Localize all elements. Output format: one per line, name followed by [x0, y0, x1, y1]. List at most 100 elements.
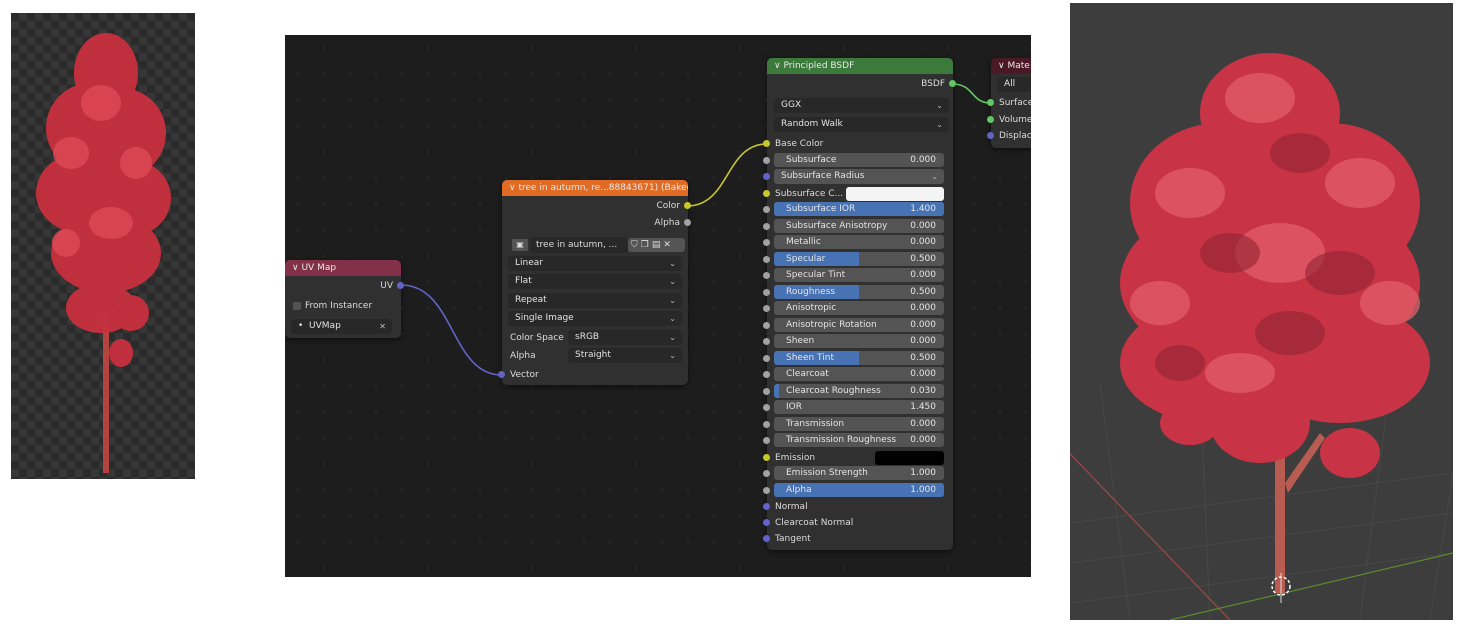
specular-tint-socket[interactable] — [763, 272, 770, 279]
base-color-socket[interactable] — [763, 140, 770, 147]
unlink-x-icon[interactable]: ✕ — [663, 240, 674, 250]
clearcoat-normal-socket[interactable] — [763, 519, 770, 526]
image-browse-icon[interactable]: ▣ — [512, 239, 528, 251]
displacement-socket[interactable] — [987, 132, 994, 139]
sheen-tint-value: 0.500 — [910, 353, 936, 363]
clearcoat-roughness-slider[interactable]: Clearcoat Roughness 0.030 — [774, 384, 944, 398]
clearcoat-slider[interactable]: Clearcoat 0.000 — [774, 367, 944, 381]
sheen-value: 0.000 — [910, 336, 936, 346]
subsurface-ior-slider[interactable]: Subsurface IOR 1.400 — [774, 202, 944, 216]
bsdf-output-socket[interactable] — [949, 80, 956, 87]
sheen-socket[interactable] — [763, 338, 770, 345]
anisotropic-rotation-value: 0.000 — [910, 320, 936, 330]
specular-socket[interactable] — [763, 256, 770, 263]
output-target-dropdown[interactable]: All — [997, 77, 1031, 92]
transmission-roughness-slider[interactable]: Transmission Roughness 0.000 — [774, 433, 944, 447]
pack-icon[interactable]: ▤ — [652, 240, 664, 250]
output-node-header[interactable]: ∨ Mate — [991, 58, 1031, 74]
sheen-label: Sheen — [786, 336, 815, 346]
interpolation-dropdown[interactable]: Linear ⌄ — [508, 256, 682, 271]
subsurface-label: Subsurface — [786, 155, 837, 165]
specular-tint-slider[interactable]: Specular Tint 0.000 — [774, 268, 944, 282]
3d-viewport[interactable] — [1070, 3, 1453, 620]
alpha-socket[interactable] — [763, 487, 770, 494]
anisotropic-socket[interactable] — [763, 305, 770, 312]
clearcoat-roughness-socket[interactable] — [763, 388, 770, 395]
sheen-tint-socket[interactable] — [763, 355, 770, 362]
color-space-dropdown[interactable]: sRGB ⌄ — [568, 330, 682, 345]
subsurface-color-socket[interactable] — [763, 190, 770, 197]
ior-slider[interactable]: IOR 1.450 — [774, 400, 944, 414]
uvmap-node-header[interactable]: ∨ UV Map — [285, 260, 401, 276]
clearcoat-socket[interactable] — [763, 371, 770, 378]
image-node-header[interactable]: ∨ tree in autumn, re...88843671) (Baked) — [502, 180, 688, 196]
clear-x-icon[interactable]: ✕ — [379, 319, 386, 334]
shader-node-editor[interactable]: ∨ UV Map UV From Instancer • UVMap ✕ ∨ t… — [285, 35, 1031, 577]
chevron-down-icon: ⌄ — [669, 351, 676, 360]
subsurface-method-dropdown[interactable]: Random Walk ⌄ — [774, 117, 949, 132]
image-actions[interactable]: ⛉❐▤✕ — [628, 238, 685, 252]
transmission-roughness-socket[interactable] — [763, 437, 770, 444]
bsdf-node-title: Principled BSDF — [783, 61, 855, 71]
surface-socket[interactable] — [987, 99, 994, 106]
image-datablock-row[interactable]: ▣ tree in autumn, ... ⛉❐▤✕ — [508, 237, 685, 253]
tree-model — [1120, 53, 1430, 593]
uvmap-node[interactable]: ∨ UV Map UV From Instancer • UVMap ✕ — [285, 260, 404, 338]
ior-socket[interactable] — [763, 404, 770, 411]
roughness-socket[interactable] — [763, 289, 770, 296]
duplicate-icon[interactable]: ❐ — [641, 240, 652, 250]
transmission-socket[interactable] — [763, 421, 770, 428]
from-instancer-checkbox[interactable] — [293, 302, 301, 310]
projection-dropdown[interactable]: Flat ⌄ — [508, 274, 682, 289]
collapse-chevron-icon[interactable]: ∨ — [292, 263, 299, 273]
alpha-output-socket[interactable] — [684, 219, 691, 226]
metallic-slider[interactable]: Metallic 0.000 — [774, 235, 944, 249]
distribution-dropdown[interactable]: GGX ⌄ — [774, 98, 949, 113]
subsurface-radius-dropdown[interactable]: Subsurface Radius ⌄ — [774, 169, 944, 184]
collapse-chevron-icon[interactable]: ∨ — [774, 61, 781, 71]
subsurface-slider[interactable]: Subsurface 0.000 — [774, 153, 944, 167]
color-output-socket[interactable] — [684, 202, 691, 209]
emission-strength-socket[interactable] — [763, 470, 770, 477]
volume-socket[interactable] — [987, 116, 994, 123]
uv-output-socket[interactable] — [397, 282, 404, 289]
material-output-node[interactable]: ∨ Mate All Surface Volume Displace — [987, 58, 1031, 148]
fake-user-shield-icon[interactable]: ⛉ — [631, 240, 641, 250]
vector-input-socket[interactable] — [498, 371, 505, 378]
source-dropdown[interactable]: Single Image ⌄ — [508, 311, 682, 326]
subsurface-ior-socket[interactable] — [763, 206, 770, 213]
collapse-chevron-icon[interactable]: ∨ — [998, 61, 1005, 71]
normal-socket[interactable] — [763, 503, 770, 510]
uvmap-selector[interactable]: • UVMap ✕ — [291, 319, 392, 334]
uv-output-label: UV — [380, 281, 393, 291]
principled-bsdf-node[interactable]: ∨ Principled BSDF BSDF GGX ⌄ Random Walk ⌄… — [763, 58, 956, 550]
sheen-tint-slider[interactable]: Sheen Tint 0.500 — [774, 351, 944, 365]
subsurface-socket[interactable] — [763, 157, 770, 164]
transmission-slider[interactable]: Transmission 0.000 — [774, 417, 944, 431]
emission-socket[interactable] — [763, 454, 770, 461]
roughness-slider[interactable]: Roughness 0.500 — [774, 285, 944, 299]
bsdf-node-header[interactable]: ∨ Principled BSDF — [767, 58, 953, 74]
emission-color-swatch[interactable] — [875, 451, 944, 465]
image-texture-node[interactable]: ∨ tree in autumn, re...88843671) (Baked)… — [498, 180, 691, 385]
subsurface-color-swatch[interactable] — [846, 187, 944, 201]
tangent-socket[interactable] — [763, 535, 770, 542]
anisotropic-slider[interactable]: Anisotropic 0.000 — [774, 301, 944, 315]
subsurface-anisotropy-slider[interactable]: Subsurface Anisotropy 0.000 — [774, 219, 944, 233]
anisotropic-rotation-slider[interactable]: Anisotropic Rotation 0.000 — [774, 318, 944, 332]
collapse-chevron-icon[interactable]: ∨ — [509, 183, 516, 193]
extension-dropdown[interactable]: Repeat ⌄ — [508, 293, 682, 308]
specular-slider[interactable]: Specular 0.500 — [774, 252, 944, 266]
chevron-down-icon: ⌄ — [669, 314, 676, 323]
subsurface-radius-socket[interactable] — [763, 173, 770, 180]
image-name-field[interactable]: tree in autumn, ... — [530, 237, 628, 253]
metallic-socket[interactable] — [763, 239, 770, 246]
sheen-slider[interactable]: Sheen 0.000 — [774, 334, 944, 348]
anisotropic-rotation-socket[interactable] — [763, 322, 770, 329]
emission-strength-slider[interactable]: Emission Strength 1.000 — [774, 466, 944, 480]
subsurface-value: 0.000 — [910, 155, 936, 165]
subsurface-anisotropy-socket[interactable] — [763, 223, 770, 230]
alpha-mode-dropdown[interactable]: Straight ⌄ — [568, 348, 682, 363]
base-color-label: Base Color — [775, 139, 824, 149]
alpha-slider[interactable]: Alpha 1.000 — [774, 483, 944, 497]
